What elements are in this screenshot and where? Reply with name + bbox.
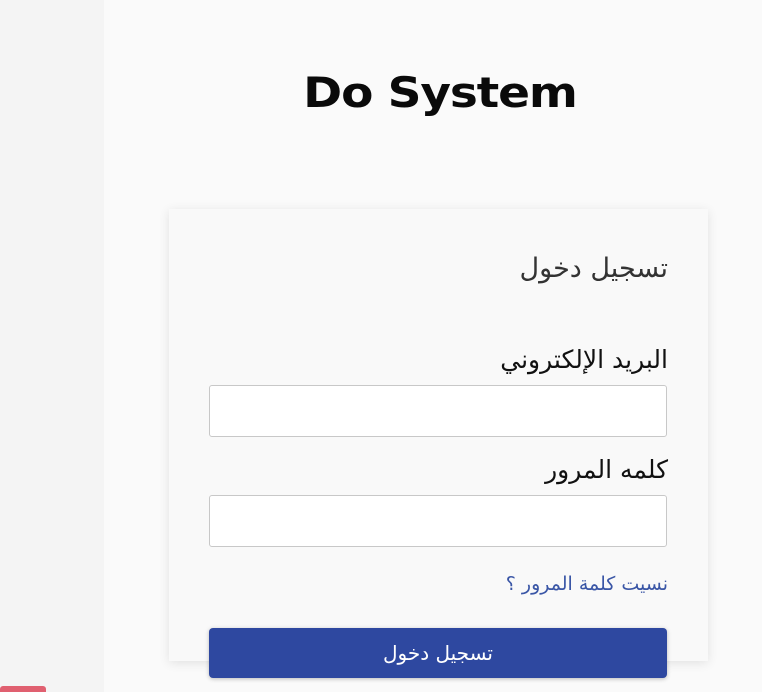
- side-panel-accent: [0, 686, 46, 692]
- login-card-title: تسجيل دخول: [519, 253, 669, 284]
- login-page: Do System تسجيل دخول البريد الإلكتروني ك…: [0, 0, 762, 692]
- password-field[interactable]: [209, 495, 667, 547]
- left-side-panel: [0, 0, 104, 692]
- login-submit-button[interactable]: تسجيل دخول: [209, 628, 667, 678]
- login-card: تسجيل دخول البريد الإلكتروني كلمه المرور…: [169, 209, 708, 661]
- forgot-password-link[interactable]: نسيت كلمة المرور ؟: [506, 573, 668, 595]
- password-label: كلمه المرور: [545, 455, 668, 484]
- email-label: البريد الإلكتروني: [500, 345, 668, 374]
- brand-logo: Do System: [303, 68, 578, 117]
- email-field[interactable]: [209, 385, 667, 437]
